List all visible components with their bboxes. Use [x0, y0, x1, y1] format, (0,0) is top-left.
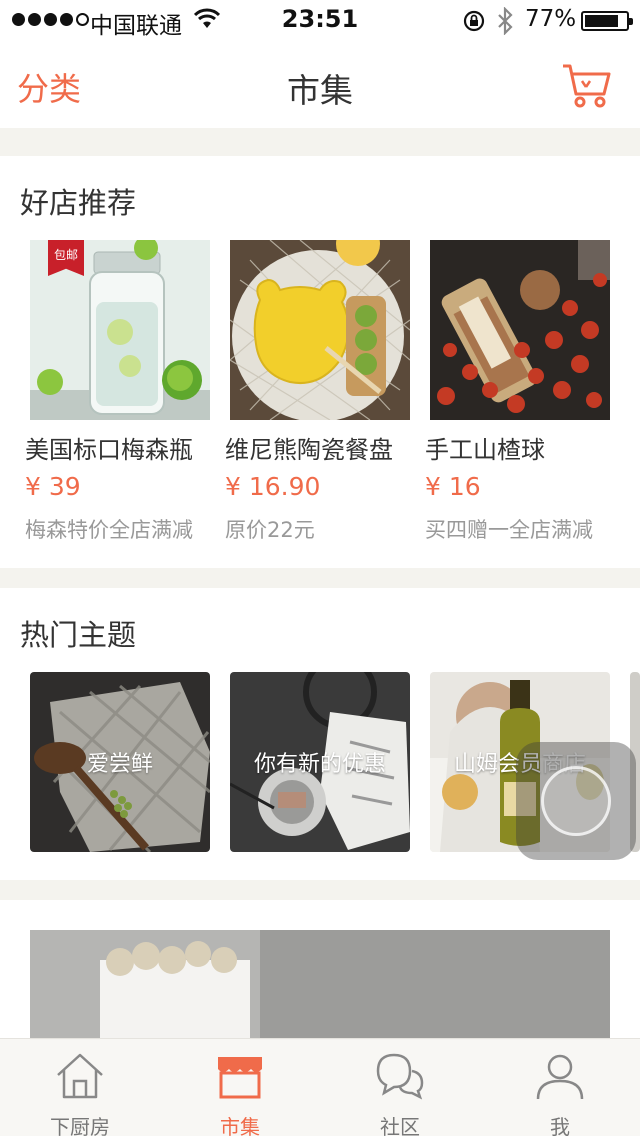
product-price: ¥ 16 [425, 472, 481, 501]
tab-label: 社区 [380, 1115, 420, 1136]
theme-card[interactable]: 爱尝鲜 [30, 672, 210, 852]
chat-icon [376, 1053, 424, 1100]
product-name: 手工山楂球 [425, 436, 545, 464]
page-title: 市集 [287, 71, 353, 110]
product-promo: 原价22元 [225, 518, 315, 542]
user-icon [536, 1054, 584, 1100]
assistive-touch-button[interactable] [516, 742, 636, 860]
theme-label: 爱尝鲜 [86, 752, 153, 777]
product-price: ¥ 16.90 [225, 472, 321, 501]
tab-bar: 下厨房 市集 社区 我 [0, 1038, 640, 1136]
nav-bar: 分类 市集 [0, 40, 640, 128]
rotation-lock-icon [463, 10, 485, 32]
banner-section [0, 900, 640, 1040]
battery-icon [581, 11, 633, 31]
shop-icon [218, 1057, 262, 1099]
cart-icon[interactable] [560, 62, 612, 108]
tab-community[interactable]: 社区 [320, 1039, 480, 1136]
tab-label: 市集 [220, 1115, 260, 1136]
product-promo: 梅森特价全店满减 [25, 518, 193, 542]
product-name: 维尼熊陶瓷餐盘 [225, 436, 393, 464]
theme-label: 你有新的优惠 [253, 752, 386, 777]
home-icon [57, 1053, 103, 1099]
section-title: 热门主题 [20, 618, 137, 652]
tab-market[interactable]: 市集 [160, 1039, 320, 1136]
tab-label: 我 [550, 1115, 570, 1136]
product-name: 美国标口梅森瓶 [25, 436, 193, 464]
banner-image[interactable] [30, 930, 610, 1040]
status-bar: 中国联通 23:51 77% [0, 0, 640, 40]
product-promo: 买四赠一全店满减 [425, 518, 593, 542]
bluetooth-icon [498, 7, 513, 35]
product-image [430, 240, 610, 420]
theme-card[interactable]: 你有新的优惠 [230, 672, 410, 852]
tab-me[interactable]: 我 [480, 1039, 640, 1136]
product-price: ¥ 39 [25, 472, 81, 501]
product-image [230, 240, 410, 420]
tab-label: 下厨房 [50, 1115, 110, 1136]
section-title: 好店推荐 [20, 186, 137, 220]
battery-percent: 77% [525, 6, 577, 32]
tab-kitchen[interactable]: 下厨房 [0, 1039, 160, 1136]
recommend-section: 好店推荐 包邮 美国标口梅森瓶 ¥ 39 梅森特价全店满减 维尼熊陶瓷餐盘 ¥ … [0, 156, 640, 568]
